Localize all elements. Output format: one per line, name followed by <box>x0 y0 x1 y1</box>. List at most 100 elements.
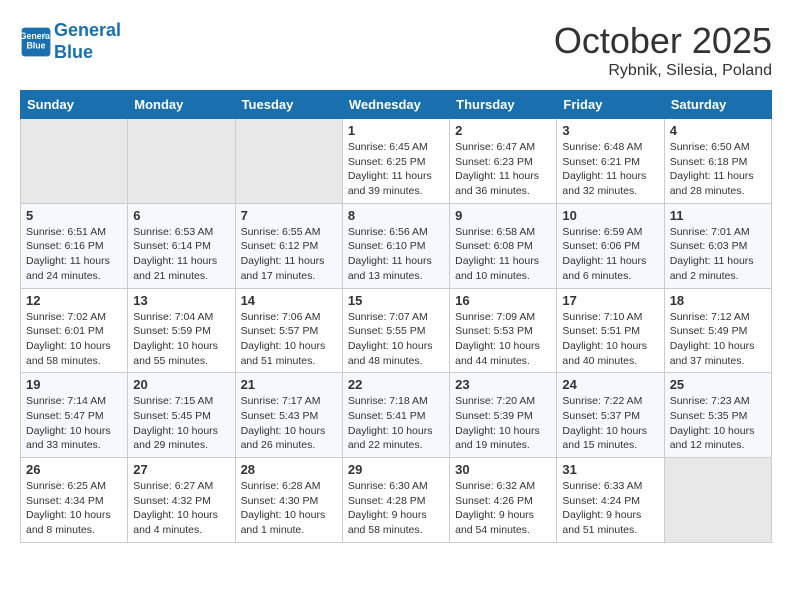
calendar-cell: 10 Sunrise: 6:59 AM Sunset: 6:06 PM Dayli… <box>557 203 664 288</box>
day-info: Sunrise: 6:51 AM Sunset: 6:16 PM Dayligh… <box>26 225 122 284</box>
day-number: 30 <box>455 462 551 477</box>
header: General Blue General Blue October 2025 R… <box>20 20 772 80</box>
day-info: Sunrise: 7:22 AM Sunset: 5:37 PM Dayligh… <box>562 394 658 453</box>
day-number: 1 <box>348 123 444 138</box>
weekday-header: Sunday <box>21 91 128 119</box>
calendar-cell: 17 Sunrise: 7:10 AM Sunset: 5:51 PM Dayli… <box>557 288 664 373</box>
day-number: 3 <box>562 123 658 138</box>
month-title: October 2025 <box>554 20 772 62</box>
day-info: Sunrise: 6:30 AM Sunset: 4:28 PM Dayligh… <box>348 479 444 538</box>
weekday-header: Friday <box>557 91 664 119</box>
day-info: Sunrise: 6:47 AM Sunset: 6:23 PM Dayligh… <box>455 140 551 199</box>
day-info: Sunrise: 7:10 AM Sunset: 5:51 PM Dayligh… <box>562 310 658 369</box>
calendar-week-row: 5Sunrise: 6:51 AM Sunset: 6:16 PM Daylig… <box>21 203 772 288</box>
logo-icon: General Blue <box>20 26 52 58</box>
calendar-cell: 3Sunrise: 6:48 AM Sunset: 6:21 PM Daylig… <box>557 119 664 204</box>
calendar-cell: 8Sunrise: 6:56 AM Sunset: 6:10 PM Daylig… <box>342 203 449 288</box>
day-info: Sunrise: 7:04 AM Sunset: 5:59 PM Dayligh… <box>133 310 229 369</box>
day-info: Sunrise: 7:17 AM Sunset: 5:43 PM Dayligh… <box>241 394 337 453</box>
day-info: Sunrise: 7:15 AM Sunset: 5:45 PM Dayligh… <box>133 394 229 453</box>
day-number: 24 <box>562 377 658 392</box>
day-number: 25 <box>670 377 766 392</box>
calendar-table: SundayMondayTuesdayWednesdayThursdayFrid… <box>20 90 772 543</box>
calendar-cell: 4Sunrise: 6:50 AM Sunset: 6:18 PM Daylig… <box>664 119 771 204</box>
day-number: 17 <box>562 293 658 308</box>
day-number: 22 <box>348 377 444 392</box>
calendar-cell: 22 Sunrise: 7:18 AM Sunset: 5:41 PM Dayli… <box>342 373 449 458</box>
day-number: 8 <box>348 208 444 223</box>
calendar-cell: 25 Sunrise: 7:23 AM Sunset: 5:35 PM Dayli… <box>664 373 771 458</box>
day-number: 6 <box>133 208 229 223</box>
day-number: 7 <box>241 208 337 223</box>
day-number: 18 <box>670 293 766 308</box>
day-info: Sunrise: 6:45 AM Sunset: 6:25 PM Dayligh… <box>348 140 444 199</box>
day-info: Sunrise: 6:32 AM Sunset: 4:26 PM Dayligh… <box>455 479 551 538</box>
day-number: 26 <box>26 462 122 477</box>
calendar-cell: 19 Sunrise: 7:14 AM Sunset: 5:47 PM Dayli… <box>21 373 128 458</box>
weekday-header: Saturday <box>664 91 771 119</box>
calendar-cell: 6 Sunrise: 6:53 AM Sunset: 6:14 PM Daylig… <box>128 203 235 288</box>
weekday-header: Wednesday <box>342 91 449 119</box>
calendar-cell: 1 Sunrise: 6:45 AM Sunset: 6:25 PM Daylig… <box>342 119 449 204</box>
day-number: 29 <box>348 462 444 477</box>
weekday-header: Thursday <box>450 91 557 119</box>
logo: General Blue General Blue <box>20 20 121 63</box>
calendar-cell: 23 Sunrise: 7:20 AM Sunset: 5:39 PM Dayli… <box>450 373 557 458</box>
calendar-cell <box>21 119 128 204</box>
calendar-cell: 31Sunrise: 6:33 AM Sunset: 4:24 PM Dayli… <box>557 458 664 543</box>
day-number: 14 <box>241 293 337 308</box>
calendar-week-row: 19 Sunrise: 7:14 AM Sunset: 5:47 PM Dayli… <box>21 373 772 458</box>
day-number: 9 <box>455 208 551 223</box>
day-info: Sunrise: 7:18 AM Sunset: 5:41 PM Dayligh… <box>348 394 444 453</box>
title-block: October 2025 Rybnik, Silesia, Poland <box>554 20 772 80</box>
weekday-header: Monday <box>128 91 235 119</box>
day-number: 20 <box>133 377 229 392</box>
day-info: Sunrise: 6:27 AM Sunset: 4:32 PM Dayligh… <box>133 479 229 538</box>
logo-general: General <box>54 20 121 40</box>
day-number: 27 <box>133 462 229 477</box>
day-info: Sunrise: 6:58 AM Sunset: 6:08 PM Dayligh… <box>455 225 551 284</box>
day-info: Sunrise: 6:53 AM Sunset: 6:14 PM Dayligh… <box>133 225 229 284</box>
day-number: 10 <box>562 208 658 223</box>
day-info: Sunrise: 7:12 AM Sunset: 5:49 PM Dayligh… <box>670 310 766 369</box>
calendar-week-row: 26 Sunrise: 6:25 AM Sunset: 4:34 PM Dayli… <box>21 458 772 543</box>
calendar-cell: 7 Sunrise: 6:55 AM Sunset: 6:12 PM Daylig… <box>235 203 342 288</box>
day-number: 11 <box>670 208 766 223</box>
day-info: Sunrise: 7:02 AM Sunset: 6:01 PM Dayligh… <box>26 310 122 369</box>
day-number: 12 <box>26 293 122 308</box>
day-info: Sunrise: 6:28 AM Sunset: 4:30 PM Dayligh… <box>241 479 337 538</box>
day-info: Sunrise: 6:33 AM Sunset: 4:24 PM Dayligh… <box>562 479 658 538</box>
day-number: 4 <box>670 123 766 138</box>
calendar-cell: 12 Sunrise: 7:02 AM Sunset: 6:01 PM Dayli… <box>21 288 128 373</box>
calendar-cell: 13 Sunrise: 7:04 AM Sunset: 5:59 PM Dayli… <box>128 288 235 373</box>
day-info: Sunrise: 6:25 AM Sunset: 4:34 PM Dayligh… <box>26 479 122 538</box>
logo-text: General Blue <box>54 20 121 63</box>
calendar-cell: 18 Sunrise: 7:12 AM Sunset: 5:49 PM Dayli… <box>664 288 771 373</box>
day-info: Sunrise: 6:59 AM Sunset: 6:06 PM Dayligh… <box>562 225 658 284</box>
weekday-header: Tuesday <box>235 91 342 119</box>
day-info: Sunrise: 7:01 AM Sunset: 6:03 PM Dayligh… <box>670 225 766 284</box>
day-info: Sunrise: 6:55 AM Sunset: 6:12 PM Dayligh… <box>241 225 337 284</box>
day-number: 16 <box>455 293 551 308</box>
calendar-cell: 20 Sunrise: 7:15 AM Sunset: 5:45 PM Dayli… <box>128 373 235 458</box>
day-number: 23 <box>455 377 551 392</box>
day-info: Sunrise: 7:06 AM Sunset: 5:57 PM Dayligh… <box>241 310 337 369</box>
day-number: 19 <box>26 377 122 392</box>
calendar-cell: 29 Sunrise: 6:30 AM Sunset: 4:28 PM Dayli… <box>342 458 449 543</box>
day-info: Sunrise: 7:07 AM Sunset: 5:55 PM Dayligh… <box>348 310 444 369</box>
calendar-cell <box>128 119 235 204</box>
svg-text:Blue: Blue <box>26 40 45 50</box>
day-info: Sunrise: 7:23 AM Sunset: 5:35 PM Dayligh… <box>670 394 766 453</box>
day-info: Sunrise: 7:20 AM Sunset: 5:39 PM Dayligh… <box>455 394 551 453</box>
day-number: 15 <box>348 293 444 308</box>
calendar-cell: 30 Sunrise: 6:32 AM Sunset: 4:26 PM Dayli… <box>450 458 557 543</box>
calendar-cell: 15 Sunrise: 7:07 AM Sunset: 5:55 PM Dayli… <box>342 288 449 373</box>
calendar-cell: 28Sunrise: 6:28 AM Sunset: 4:30 PM Dayli… <box>235 458 342 543</box>
calendar-cell: 9 Sunrise: 6:58 AM Sunset: 6:08 PM Daylig… <box>450 203 557 288</box>
day-number: 2 <box>455 123 551 138</box>
calendar-cell <box>664 458 771 543</box>
day-info: Sunrise: 7:09 AM Sunset: 5:53 PM Dayligh… <box>455 310 551 369</box>
day-info: Sunrise: 7:14 AM Sunset: 5:47 PM Dayligh… <box>26 394 122 453</box>
calendar-cell: 5Sunrise: 6:51 AM Sunset: 6:16 PM Daylig… <box>21 203 128 288</box>
day-number: 13 <box>133 293 229 308</box>
